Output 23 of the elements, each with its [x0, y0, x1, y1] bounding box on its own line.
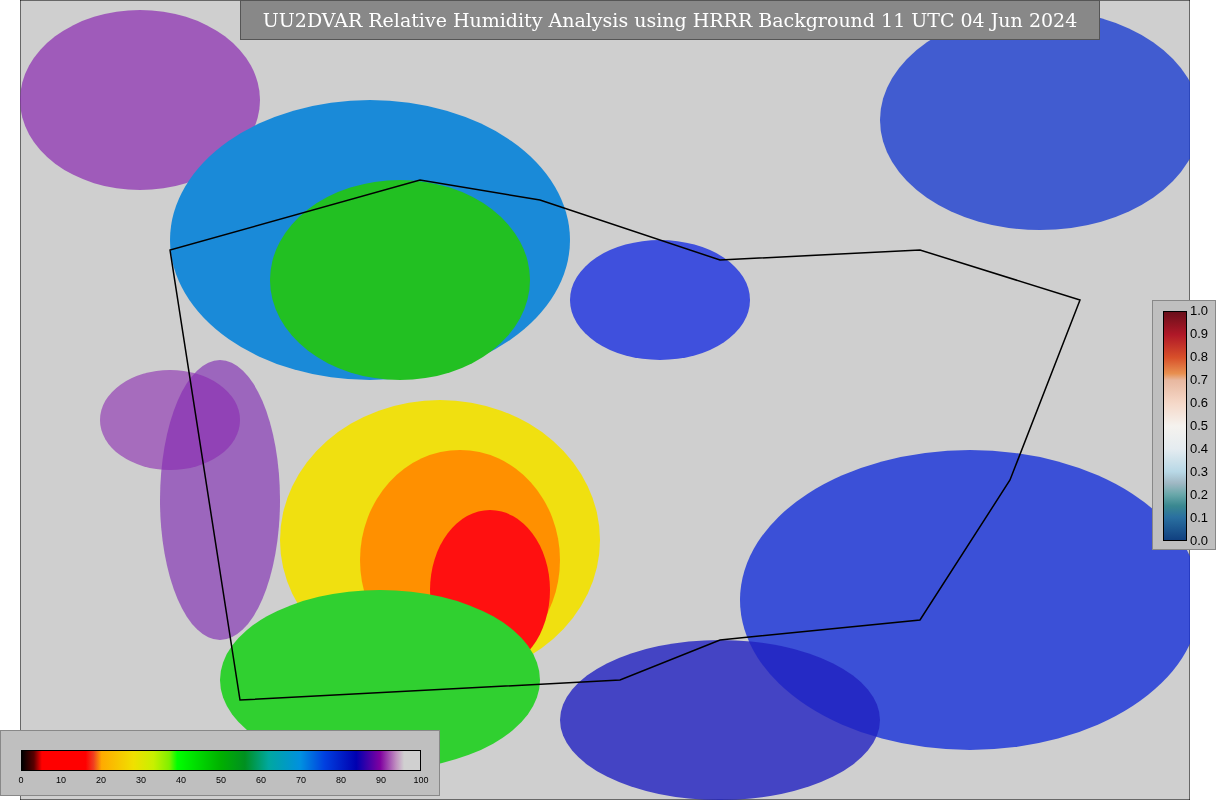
tick-label: 1.0	[1190, 304, 1209, 318]
tick-label: 0.2	[1190, 488, 1209, 502]
tick-label: 10	[56, 775, 66, 785]
tick-label: 60	[256, 775, 266, 785]
tick-label: 0.1	[1190, 511, 1209, 525]
tick-label: 0.0	[1190, 534, 1209, 548]
tick-label: 20	[96, 775, 106, 785]
tick-label: 0.3	[1190, 465, 1209, 479]
tick-label: 100	[413, 775, 429, 785]
tick-label: 80	[336, 775, 346, 785]
tick-label: 40	[176, 775, 186, 785]
tick-label: 50	[216, 775, 226, 785]
tick-label: 0.9	[1190, 327, 1209, 341]
tick-label: 0	[18, 775, 24, 785]
tick-label: 30	[136, 775, 146, 785]
map-title: UU2DVAR Relative Humidity Analysis using HRRR Background 11 UTC 04 Jun 2024	[240, 0, 1100, 40]
tick-label: 0.8	[1190, 350, 1209, 364]
tick-label: 0.4	[1190, 442, 1209, 456]
tick-label: 0.7	[1190, 373, 1209, 387]
tick-label: 0.6	[1190, 396, 1209, 410]
tick-label: 90	[376, 775, 386, 785]
tick-label: 70	[296, 775, 306, 785]
tick-label: 0.5	[1190, 419, 1209, 433]
